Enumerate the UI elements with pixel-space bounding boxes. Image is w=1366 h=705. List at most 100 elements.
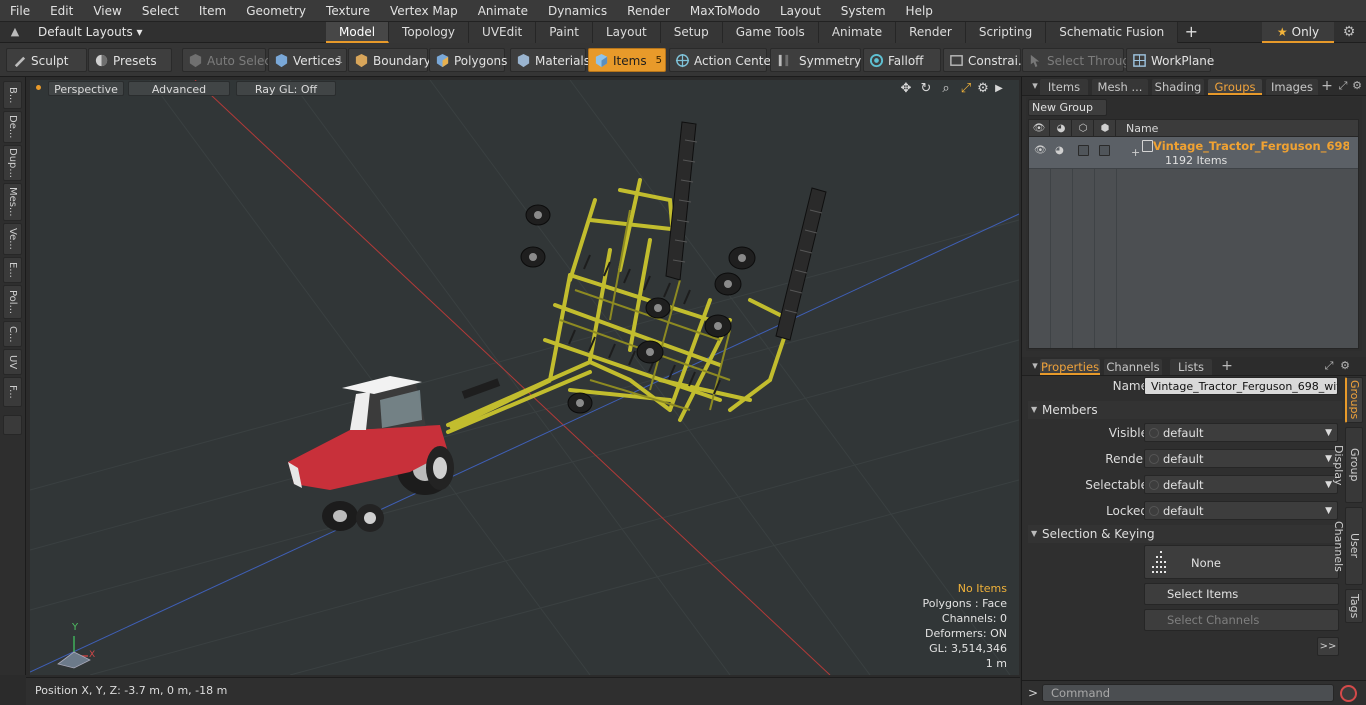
strip-tab-fusion[interactable]: F... xyxy=(3,377,22,407)
action-center-button[interactable]: Action Center xyxy=(669,48,776,72)
items-button[interactable]: Items 5 xyxy=(588,48,666,72)
layout-select[interactable]: Default Layouts ▾ xyxy=(30,23,143,42)
sculpt-button[interactable]: Sculpt xyxy=(6,48,87,72)
selection-keying-section[interactable]: ▼ Selection & Keying xyxy=(1028,525,1342,543)
workplane-button[interactable]: WorkPlane xyxy=(1126,48,1214,72)
tab-layout[interactable]: Layout xyxy=(592,22,661,43)
strip-tab-uv[interactable]: UV xyxy=(3,349,22,375)
strip-tab-polygon[interactable]: Pol... xyxy=(3,285,22,319)
tab-game-tools[interactable]: Game Tools xyxy=(722,22,819,43)
name-column-header[interactable]: Name xyxy=(1126,120,1158,137)
group-select-checkbox[interactable] xyxy=(1099,145,1110,156)
advanced-button[interactable]: Advanced xyxy=(128,81,230,96)
3d-viewport[interactable]: Perspective Advanced Ray GL: Off ✥ ↻ ⌕ ⤢… xyxy=(30,80,1019,675)
group-name-field[interactable]: Vintage_Tractor_Ferguson_698_with_ xyxy=(1144,377,1338,395)
menu-layout[interactable]: Layout xyxy=(770,0,831,22)
record-macro-icon[interactable] xyxy=(1340,685,1357,702)
locked-select[interactable]: default ▼ xyxy=(1144,501,1338,520)
tab-paint[interactable]: Paint xyxy=(536,22,593,43)
key-state-button[interactable]: None xyxy=(1144,545,1339,579)
tab-animate[interactable]: Animate xyxy=(818,22,897,43)
constraints-button[interactable]: Constrai... xyxy=(943,48,1029,72)
menu-geometry[interactable]: Geometry xyxy=(236,0,316,22)
group-expand-icon[interactable]: + xyxy=(1131,146,1140,159)
zoom-view-icon[interactable]: ⌕ xyxy=(938,81,954,97)
expand-panel-icon[interactable]: ⤢ xyxy=(1336,79,1350,93)
vtab-tags[interactable]: Tags xyxy=(1345,589,1363,623)
symmetry-button[interactable]: Symmetry xyxy=(770,48,861,72)
menu-select[interactable]: Select xyxy=(132,0,189,22)
group-lock-checkbox[interactable] xyxy=(1078,145,1089,156)
group-visible-icon[interactable]: 👁 xyxy=(1034,145,1047,156)
tab-mesh[interactable]: Mesh ... xyxy=(1092,79,1148,95)
strip-tab-mesh-edit[interactable]: Mes... xyxy=(3,183,22,221)
vertices-button[interactable]: Vertices 1 xyxy=(268,48,347,72)
strip-tab-extra[interactable] xyxy=(3,415,22,435)
vtab-groups[interactable]: Groups xyxy=(1345,377,1363,423)
select-through-button[interactable]: Select Through xyxy=(1022,48,1138,72)
add-tab-button[interactable]: + xyxy=(1178,22,1204,43)
menu-view[interactable]: View xyxy=(83,0,131,22)
menu-system[interactable]: System xyxy=(831,0,896,22)
menu-item[interactable]: Item xyxy=(189,0,236,22)
tab-setup[interactable]: Setup xyxy=(660,22,723,43)
menu-help[interactable]: Help xyxy=(896,0,943,22)
tab-groups[interactable]: Groups xyxy=(1208,79,1262,95)
tab-shading[interactable]: Shading xyxy=(1152,79,1204,95)
strip-tab-curve[interactable]: C... xyxy=(3,321,22,347)
menu-file[interactable]: File xyxy=(0,0,40,22)
selectable-select[interactable]: default ▼ xyxy=(1144,475,1338,494)
menu-render[interactable]: Render xyxy=(617,0,680,22)
menu-animate[interactable]: Animate xyxy=(468,0,538,22)
menu-maxtomodo[interactable]: MaxToModo xyxy=(680,0,770,22)
panel-settings-icon[interactable]: ⚙ xyxy=(1350,79,1364,93)
tab-scripting[interactable]: Scripting xyxy=(965,22,1047,43)
tab-images[interactable]: Images xyxy=(1266,79,1318,95)
render-column-icon[interactable]: ◕ xyxy=(1051,120,1072,137)
only-toggle[interactable]: ★ Only xyxy=(1262,22,1334,43)
lock-column-icon[interactable]: ⬡ xyxy=(1073,120,1094,137)
group-row[interactable]: 👁 ◕ + Vintage_Tractor_Ferguson_698 ... 1… xyxy=(1029,137,1358,169)
falloff-button[interactable]: Falloff xyxy=(863,48,941,72)
select-items-button[interactable]: Select Items xyxy=(1144,583,1339,605)
select-column-icon[interactable]: ⬢ xyxy=(1095,120,1116,137)
materials-button[interactable]: Materials xyxy=(510,48,590,72)
viewport-settings-icon[interactable]: ⚙ xyxy=(975,81,991,97)
tab-model[interactable]: Model xyxy=(326,22,390,43)
polygons-button[interactable]: Polygons xyxy=(429,48,507,72)
ray-gl-button[interactable]: Ray GL: Off xyxy=(236,81,336,96)
expand-panel-icon[interactable]: ⤢ xyxy=(1322,359,1336,373)
auto-select-button[interactable]: Auto Select xyxy=(182,48,276,72)
visible-select[interactable]: default ▼ xyxy=(1144,423,1338,442)
strip-tab-edge[interactable]: E... xyxy=(3,257,22,283)
strip-tab-basic[interactable]: B... xyxy=(3,81,22,109)
presets-button[interactable]: Presets xyxy=(88,48,172,72)
panel-settings-icon[interactable]: ⚙ xyxy=(1338,359,1352,373)
tab-items[interactable]: Items xyxy=(1040,79,1088,95)
tab-schematic-fusion[interactable]: Schematic Fusion xyxy=(1046,22,1179,43)
tab-uvedit[interactable]: UVEdit xyxy=(469,22,537,43)
tab-topology[interactable]: Topology xyxy=(389,22,470,43)
render-select[interactable]: default ▼ xyxy=(1144,449,1338,468)
menu-edit[interactable]: Edit xyxy=(40,0,83,22)
boundary-button[interactable]: Boundary xyxy=(348,48,431,72)
gear-icon[interactable]: ⚙ xyxy=(1340,24,1358,42)
new-group-button[interactable]: New Group xyxy=(1028,99,1107,116)
perspective-button[interactable]: Perspective xyxy=(48,81,124,96)
menu-texture[interactable]: Texture xyxy=(316,0,380,22)
vtab-group-display[interactable]: Group Display xyxy=(1332,427,1363,503)
group-render-icon[interactable]: ◕ xyxy=(1055,145,1064,156)
vtab-user-channels[interactable]: User Channels xyxy=(1332,507,1363,585)
rotate-view-icon[interactable]: ↻ xyxy=(918,81,934,97)
maximize-view-icon[interactable]: ⤢ xyxy=(958,81,974,97)
members-section[interactable]: ▼ Members xyxy=(1028,401,1342,419)
visibility-column-icon[interactable]: 👁 xyxy=(1029,120,1050,137)
viewport-menu-icon[interactable]: ▶ xyxy=(991,81,1007,97)
strip-tab-duplicate[interactable]: Dup... xyxy=(3,145,22,181)
menu-dynamics[interactable]: Dynamics xyxy=(538,0,617,22)
move-view-icon[interactable]: ✥ xyxy=(898,81,914,97)
strip-tab-vertex[interactable]: Ve... xyxy=(3,223,22,255)
add-panel-tab-icon[interactable]: + xyxy=(1320,77,1334,96)
layout-expand-icon[interactable]: ▲ xyxy=(8,25,22,39)
strip-tab-deform[interactable]: De... xyxy=(3,111,22,143)
